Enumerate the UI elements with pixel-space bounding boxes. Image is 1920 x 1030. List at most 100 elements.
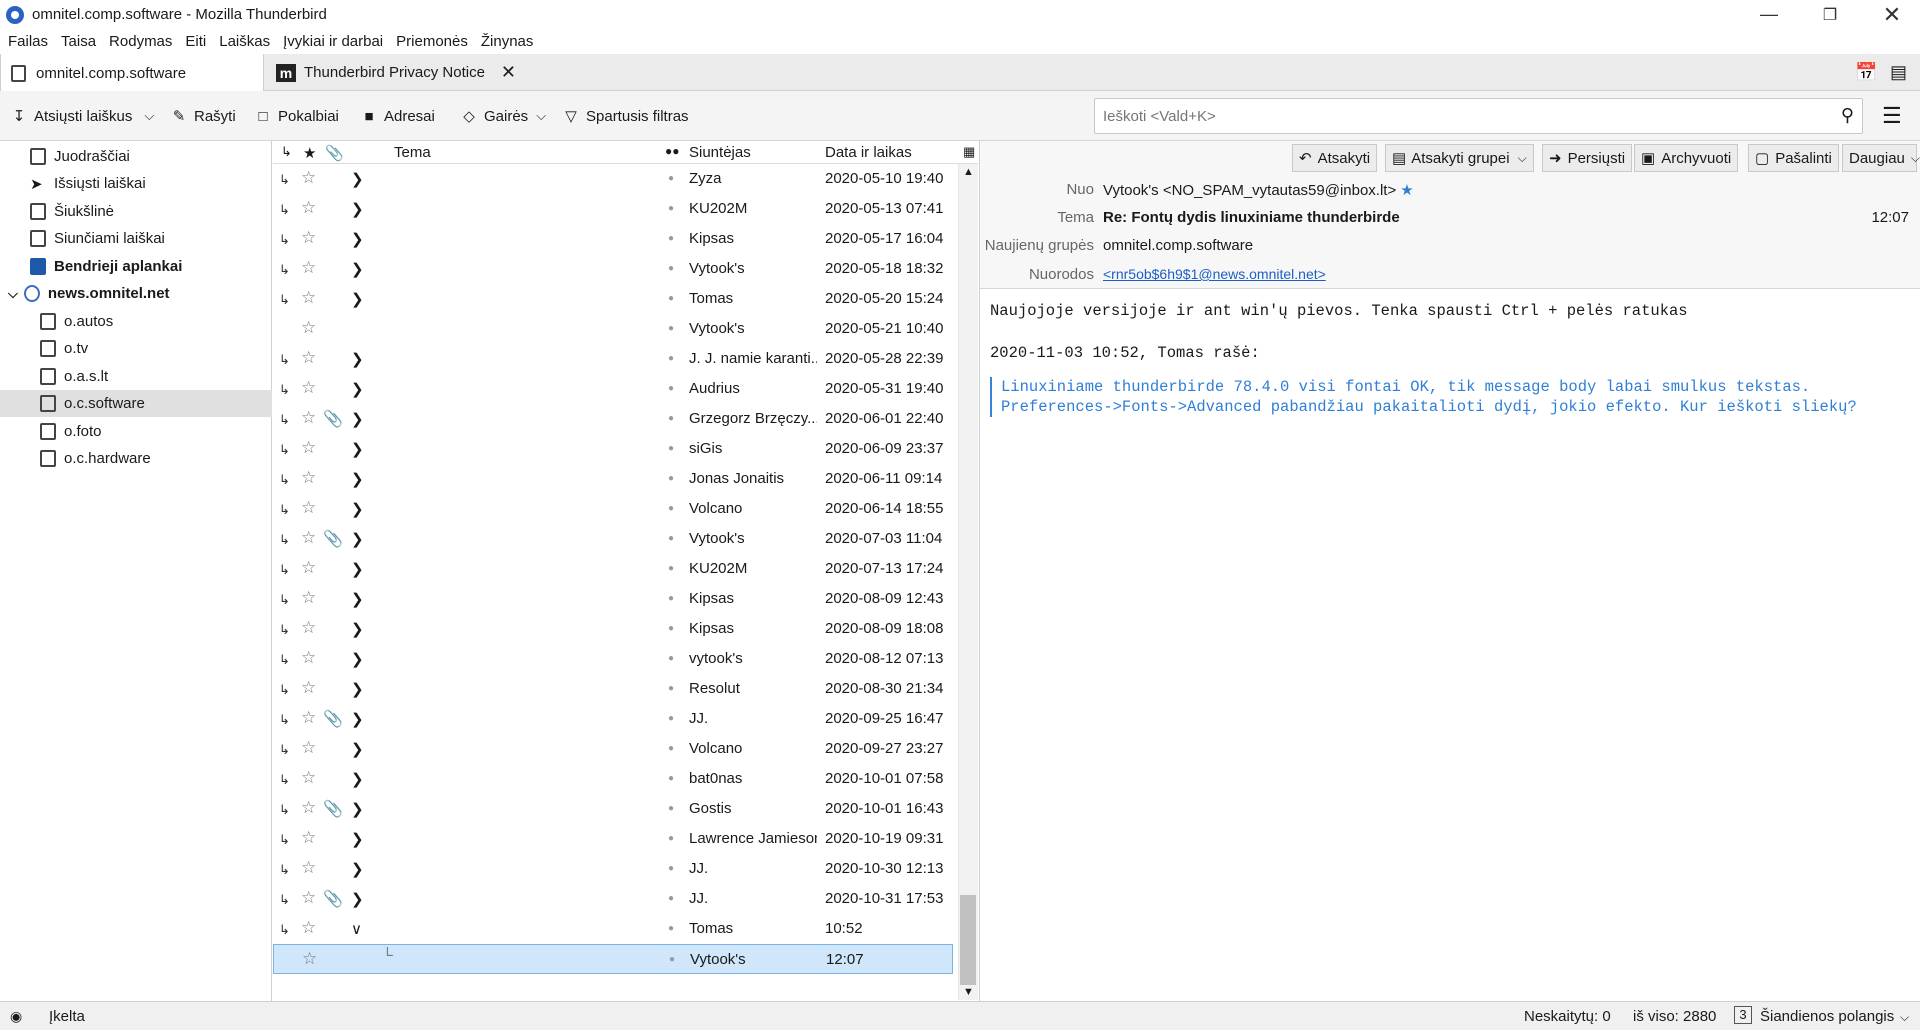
scroll-up-icon[interactable]: ▲ xyxy=(963,166,974,178)
chevron-right-icon[interactable]: ❯ xyxy=(351,440,364,458)
folder-trash[interactable]: Šiukšlinė xyxy=(0,198,272,225)
table-row[interactable]: ↳☆❯Lėtas wifi●Tomas2020-05-20 15:24 xyxy=(273,284,953,314)
chevron-right-icon[interactable]: ❯ xyxy=(351,230,364,248)
read-status-icon[interactable]: ● xyxy=(668,473,674,484)
attachment-column-icon[interactable]: 📎 xyxy=(325,144,344,162)
forward-button[interactable]: ➜ Persiųsti xyxy=(1542,144,1633,172)
table-row[interactable]: ↳☆❯Microsoft PowerToys sugrįžo●vytook's2… xyxy=(273,644,953,674)
star-icon[interactable]: ☆ xyxy=(301,378,316,398)
star-icon[interactable]: ☆ xyxy=(301,618,316,638)
star-icon[interactable]: ☆ xyxy=(301,798,316,818)
chevron-right-icon[interactable]: ❯ xyxy=(351,650,364,668)
write-button[interactable]: ✎ Rašyti xyxy=(170,105,236,127)
folder-o-c-software[interactable]: o.c.software xyxy=(0,390,272,417)
folder-news-server[interactable]: ⌵ news.omnitel.net xyxy=(0,280,272,307)
chevron-right-icon[interactable]: ❯ xyxy=(351,200,364,218)
star-icon[interactable]: ☆ xyxy=(301,918,316,938)
chevron-right-icon[interactable]: ❯ xyxy=(351,710,364,728)
menu-file[interactable]: Failas xyxy=(8,33,48,50)
folder-sent[interactable]: ➤ Išsiųsti laiškai xyxy=(0,170,272,197)
read-status-icon[interactable]: ● xyxy=(668,683,674,694)
star-icon[interactable]: ☆ xyxy=(301,468,316,488)
thread-column-icon[interactable]: ↳ xyxy=(281,144,292,160)
chevron-right-icon[interactable]: ❯ xyxy=(351,170,364,188)
folder-o-autos[interactable]: o.autos xyxy=(0,308,272,335)
table-row[interactable]: ↳☆❯↶ Noriu - Youtube subtitrai = girdeti… xyxy=(273,494,953,524)
table-row[interactable]: ↳☆❯Be šito softo kaip be rankų●Vytook's2… xyxy=(273,254,953,284)
get-messages-button[interactable]: ↧ Atsiųsti laiškus ⌵ xyxy=(10,105,155,127)
read-status-icon[interactable]: ● xyxy=(668,803,674,814)
table-row[interactable]: ↳☆❯lenovo legion y530-15ich-1060●Kipsas2… xyxy=(273,584,953,614)
folder-o-foto[interactable]: o.foto xyxy=(0,418,272,445)
star-icon[interactable]: ☆ xyxy=(301,588,316,608)
newsgroups-value[interactable]: omnitel.comp.software xyxy=(1103,237,1253,254)
table-row[interactable]: ↳☆❯Klausimas del newsgrupo per Iphone●Vo… xyxy=(273,734,953,764)
chevron-right-icon[interactable]: ❯ xyxy=(351,740,364,758)
read-status-icon[interactable]: ● xyxy=(668,833,674,844)
star-icon[interactable]: ☆ xyxy=(301,708,316,728)
read-status-icon[interactable]: ● xyxy=(668,713,674,724)
folder-o-c-hardware[interactable]: o.c.hardware xyxy=(0,445,272,472)
star-icon[interactable]: ★ xyxy=(1400,182,1413,199)
read-status-icon[interactable]: ● xyxy=(668,323,674,334)
star-icon[interactable]: ☆ xyxy=(302,949,317,969)
search-icon[interactable]: ⚲ xyxy=(1841,105,1854,126)
read-status-icon[interactable]: ● xyxy=(668,533,674,544)
star-icon[interactable]: ☆ xyxy=(301,258,316,278)
table-row[interactable]: ↳☆❯Ar iš TB perskaitymo reikalavimas pas… xyxy=(273,554,953,584)
tab-folder[interactable]: omnitel.comp.software xyxy=(0,54,264,92)
chevron-right-icon[interactable]: ❯ xyxy=(351,380,364,398)
tags-button[interactable]: ◇ Gairės ⌵ xyxy=(460,105,546,127)
read-status-icon[interactable]: ● xyxy=(668,503,674,514)
chevron-down-icon[interactable]: ⌵ xyxy=(1518,151,1527,166)
read-status-icon[interactable]: ● xyxy=(668,293,674,304)
star-icon[interactable]: ☆ xyxy=(301,228,316,248)
table-row[interactable]: ↳☆∨Fontų dydis linuxiniame thunderbirde●… xyxy=(273,914,953,944)
star-icon[interactable]: ☆ xyxy=(301,768,316,788)
star-icon[interactable]: ☆ xyxy=(301,888,316,908)
chevron-right-icon[interactable]: ❯ xyxy=(351,470,364,488)
read-status-icon[interactable]: ● xyxy=(668,863,674,874)
read-status-icon[interactable]: ● xyxy=(668,353,674,364)
quick-filter-button[interactable]: ▽ Spartusis filtras xyxy=(562,105,688,127)
delete-button[interactable]: ▢ Pašalinti xyxy=(1748,144,1839,172)
close-button[interactable]: ✕ xyxy=(1864,0,1920,29)
close-tab-icon[interactable]: ✕ xyxy=(501,62,516,83)
column-picker-icon[interactable]: ▦ xyxy=(963,144,975,160)
reply-button[interactable]: ↶ Atsakyti xyxy=(1292,144,1378,172)
folder-local[interactable]: Bendrieji aplankai xyxy=(0,253,272,280)
table-row[interactable]: ↳☆📎❯↶ Evita neužsiregistruoju●JJ.2020-10… xyxy=(273,884,953,914)
minimize-button[interactable]: — xyxy=(1741,0,1797,29)
read-status-icon[interactable]: ● xyxy=(669,954,675,965)
read-status-icon[interactable]: ● xyxy=(668,743,674,754)
chevron-right-icon[interactable]: ❯ xyxy=(351,830,364,848)
read-status-icon[interactable]: ● xyxy=(668,173,674,184)
chevron-right-icon[interactable]: ❯ xyxy=(351,260,364,278)
menu-help[interactable]: Žinynas xyxy=(481,33,534,50)
references-link[interactable]: <rnr5ob$6h9$1@news.omnitel.net> xyxy=(1103,266,1326,282)
table-row[interactable]: ↳☆❯win10 ir klasikinis meniu●JJ.2020-10-… xyxy=(273,854,953,884)
chevron-right-icon[interactable]: ❯ xyxy=(351,770,364,788)
table-row[interactable]: ↳☆❯Padėkit su exceliu :)●Zyza2020-05-10 … xyxy=(273,164,953,194)
star-icon[interactable]: ☆ xyxy=(301,498,316,518)
search-input[interactable] xyxy=(1095,99,1795,133)
read-status-icon[interactable]: ● xyxy=(668,893,674,904)
app-menu-icon[interactable]: ☰ xyxy=(1882,103,1902,129)
archive-button[interactable]: ▣ Archyvuoti xyxy=(1634,144,1739,172)
chevron-down-icon[interactable]: ∨ xyxy=(351,920,362,938)
star-icon[interactable]: ☆ xyxy=(301,168,316,188)
star-icon[interactable]: ☆ xyxy=(301,738,316,758)
star-icon[interactable]: ☆ xyxy=(301,558,316,578)
chevron-right-icon[interactable]: ❯ xyxy=(351,530,364,548)
table-row[interactable]: ↳☆📎❯CROSS: Softas patalpu planavimui. Ko… xyxy=(273,794,953,824)
tab-privacy[interactable]: m Thunderbird Privacy Notice ✕ xyxy=(266,54,524,91)
read-status-icon[interactable]: ● xyxy=(668,263,674,274)
table-row[interactable]: ↳☆❯Windows 10 programų autostart●Lawrenc… xyxy=(273,824,953,854)
menu-events[interactable]: Įvykiai ir darbai xyxy=(283,33,383,50)
chevron-right-icon[interactable]: ❯ xyxy=(351,680,364,698)
chevron-right-icon[interactable]: ❯ xyxy=(351,500,364,518)
folder-o-tv[interactable]: o.tv xyxy=(0,335,272,362)
chevron-right-icon[interactable]: ❯ xyxy=(351,590,364,608)
menu-view[interactable]: Rodymas xyxy=(109,33,172,50)
chevron-right-icon[interactable]: ❯ xyxy=(351,410,364,428)
